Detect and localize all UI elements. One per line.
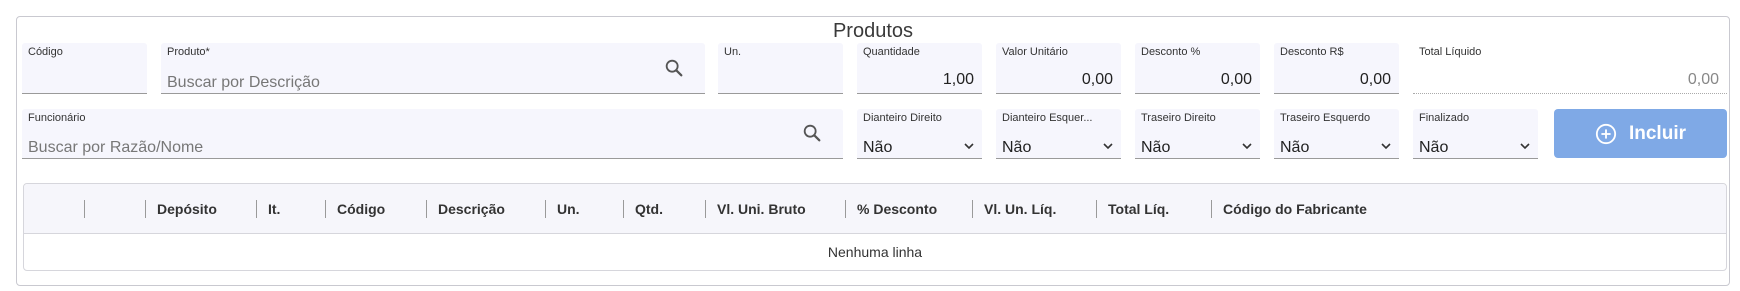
col-header-total-liq[interactable]: Total Líq. (1108, 201, 1169, 217)
finalizado-select[interactable]: Finalizado Não (1413, 109, 1538, 159)
funcionario-label: Funcionário (28, 112, 86, 124)
codigo-label: Código (28, 46, 63, 58)
total-liquido-value: 0,00 (1687, 71, 1719, 88)
traseiro-esquerdo-select[interactable]: Traseiro Esquerdo Não (1274, 109, 1399, 159)
col-header-deposito[interactable]: Depósito (157, 201, 217, 217)
quantidade-label: Quantidade (863, 46, 920, 58)
column-separator[interactable] (545, 200, 546, 218)
total-liquido-label: Total Líquido (1419, 46, 1482, 58)
produto-search-field[interactable]: Produto* Buscar por Descrição (161, 43, 705, 94)
column-separator[interactable] (145, 200, 146, 218)
funcionario-placeholder: Buscar por Razão/Nome (28, 139, 204, 156)
un-label: Un. (724, 46, 742, 58)
dianteiro-esquerdo-value: Não (1002, 139, 1032, 156)
col-header-codigo-fabricante[interactable]: Código do Fabricante (1223, 201, 1367, 217)
traseiro-direito-value: Não (1141, 139, 1171, 156)
section-title: Produtos (17, 20, 1729, 43)
quantidade-field[interactable]: Quantidade 1,00 (857, 43, 982, 94)
col-header-codigo[interactable]: Código (337, 201, 385, 217)
finalizado-label: Finalizado (1419, 112, 1470, 124)
col-header-desconto-pct[interactable]: % Desconto (857, 201, 937, 217)
desconto-rs-field[interactable]: Desconto R$ 0,00 (1274, 43, 1399, 94)
column-separator[interactable] (1096, 200, 1097, 218)
col-header-vl-uni-bruto[interactable]: Vl. Uni. Bruto (717, 201, 806, 217)
desconto-pct-value: 0,00 (1220, 71, 1252, 88)
incluir-button[interactable]: Incluir (1554, 109, 1727, 158)
valor-unitario-field[interactable]: Valor Unitário 0,00 (996, 43, 1121, 94)
traseiro-direito-select[interactable]: Traseiro Direito Não (1135, 109, 1260, 159)
column-separator[interactable] (845, 200, 846, 218)
chevron-down-icon (1381, 143, 1391, 150)
column-separator[interactable] (256, 200, 257, 218)
dianteiro-esquerdo-label: Dianteiro Esquer... (1002, 112, 1093, 124)
col-header-qtd[interactable]: Qtd. (635, 201, 663, 217)
desconto-pct-field[interactable]: Desconto % 0,00 (1135, 43, 1260, 94)
traseiro-esquerdo-value: Não (1280, 139, 1310, 156)
dianteiro-direito-label: Dianteiro Direito (863, 112, 942, 124)
dianteiro-esquerdo-select[interactable]: Dianteiro Esquer... Não (996, 109, 1121, 159)
column-separator[interactable] (705, 200, 706, 218)
search-icon[interactable] (663, 57, 685, 79)
column-separator[interactable] (623, 200, 624, 218)
chevron-down-icon (1520, 143, 1530, 150)
quantidade-value: 1,00 (942, 71, 974, 88)
desconto-rs-label: Desconto R$ (1280, 46, 1344, 58)
produtos-table: Depósito It. Código Descrição Un. Qtd. V… (23, 183, 1727, 271)
col-header-descricao[interactable]: Descrição (438, 201, 505, 217)
col-header-vl-un-liq[interactable]: Vl. Un. Líq. (984, 201, 1056, 217)
chevron-down-icon (964, 143, 974, 150)
codigo-field[interactable]: Código (22, 43, 147, 94)
traseiro-direito-label: Traseiro Direito (1141, 112, 1216, 124)
desconto-pct-label: Desconto % (1141, 46, 1201, 58)
finalizado-value: Não (1419, 139, 1449, 156)
column-separator[interactable] (84, 200, 85, 218)
un-field[interactable]: Un. (718, 43, 843, 94)
table-header: Depósito It. Código Descrição Un. Qtd. V… (24, 184, 1726, 234)
valor-unitario-value: 0,00 (1081, 71, 1113, 88)
produto-placeholder: Buscar por Descrição (167, 74, 320, 91)
produto-label: Produto* (167, 46, 210, 58)
empty-table-message: Nenhuma linha (827, 244, 923, 260)
dianteiro-direito-select[interactable]: Dianteiro Direito Não (857, 109, 982, 159)
col-header-un[interactable]: Un. (557, 201, 580, 217)
traseiro-esquerdo-label: Traseiro Esquerdo (1280, 112, 1371, 124)
chevron-down-icon (1103, 143, 1113, 150)
column-separator[interactable] (325, 200, 326, 218)
col-header-item[interactable]: It. (268, 201, 280, 217)
desconto-rs-value: 0,00 (1359, 71, 1391, 88)
chevron-down-icon (1242, 143, 1252, 150)
column-separator[interactable] (972, 200, 973, 218)
plus-circle-icon (1595, 123, 1617, 144)
incluir-label: Incluir (1628, 122, 1686, 144)
dianteiro-direito-value: Não (863, 139, 893, 156)
search-icon[interactable] (801, 122, 823, 144)
funcionario-search-field[interactable]: Funcionário Buscar por Razão/Nome (22, 109, 843, 159)
total-liquido-field: Total Líquido 0,00 (1413, 43, 1727, 94)
column-separator[interactable] (1211, 200, 1212, 218)
valor-unitario-label: Valor Unitário (1002, 46, 1068, 58)
column-separator[interactable] (426, 200, 427, 218)
